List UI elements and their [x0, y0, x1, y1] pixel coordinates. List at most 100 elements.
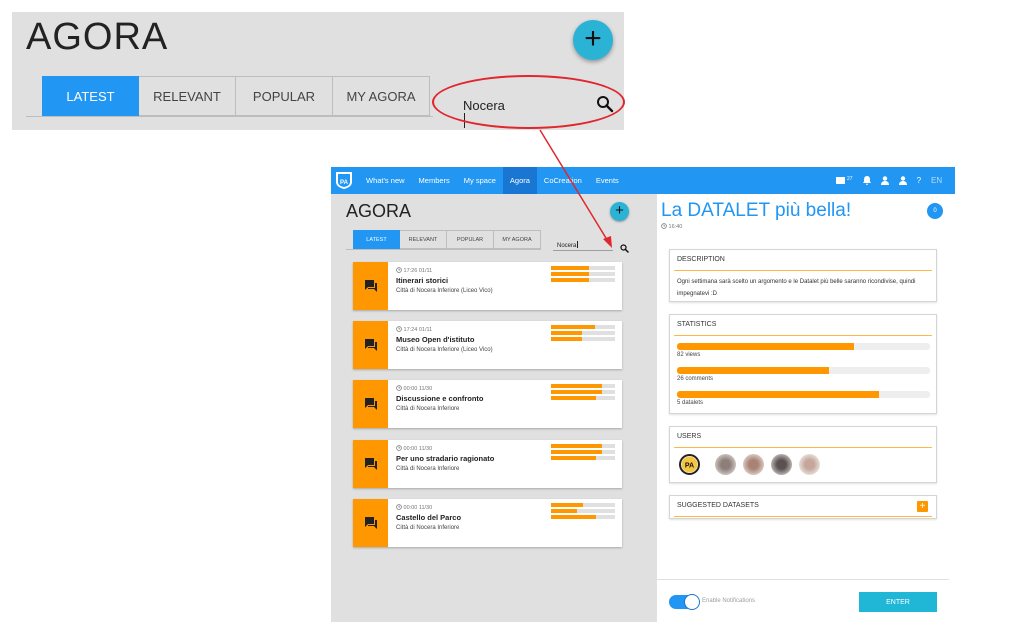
- messages-icon[interactable]: 27: [836, 176, 853, 185]
- comments-label: 26 comments: [677, 376, 714, 382]
- profile-icon[interactable]: [880, 176, 889, 185]
- clock-icon: [396, 504, 402, 510]
- discussion-time: 16:40: [661, 223, 682, 230]
- card-time: 00:00 11/30: [396, 504, 432, 511]
- card-stat-bar-fill: [551, 509, 577, 513]
- card-stat-bar: [551, 396, 615, 400]
- datalets-bar-fill: [677, 391, 880, 398]
- card-stat-bar: [551, 450, 615, 454]
- comments-bar-fill: [677, 367, 829, 374]
- discussion-card[interactable]: 00:00 11/30 Discussione e confronto Città …: [353, 380, 622, 428]
- user-avatar[interactable]: [743, 454, 764, 475]
- chat-icon: [353, 321, 388, 369]
- nav-whats-new[interactable]: What's new: [359, 167, 412, 194]
- zoom-tab-popular[interactable]: POPULAR: [236, 76, 333, 116]
- views-bar: [677, 343, 930, 350]
- svg-text:PA: PA: [685, 463, 694, 470]
- annotation-ellipse: [432, 75, 625, 129]
- card-stat-bar-fill: [551, 331, 582, 335]
- toggle-knob[interactable]: [684, 594, 700, 610]
- user-avatar[interactable]: [771, 454, 792, 475]
- card-stat-bar: [551, 331, 615, 335]
- card-stat-bar-fill: [551, 325, 595, 329]
- card-subtitle: Città di Nocera Inferiore (Liceo Vico): [396, 288, 493, 294]
- tab-relevant[interactable]: RELEVANT: [400, 230, 447, 249]
- search-underline: [553, 250, 613, 251]
- discussion-time-text: 16:40: [668, 224, 683, 230]
- enter-button[interactable]: ENTER: [859, 592, 937, 612]
- search-input[interactable]: Nocera: [557, 241, 579, 249]
- notification-count: 27: [847, 175, 853, 182]
- account-icon[interactable]: [898, 176, 907, 185]
- zoom-tab-latest[interactable]: LATEST: [42, 76, 139, 116]
- clock-icon: [396, 385, 402, 391]
- add-dataset-button[interactable]: +: [917, 501, 928, 512]
- users-panel: USERS PA: [669, 426, 937, 483]
- tab-popular[interactable]: POPULAR: [447, 230, 494, 249]
- description-panel: DESCRIPTION Ogni settimana sarà scelto u…: [669, 249, 937, 302]
- card-stat-bar-fill: [551, 266, 590, 270]
- card-time: 17:24 01/11: [396, 326, 432, 333]
- chat-icon: [353, 380, 388, 428]
- card-subtitle: Città di Nocera Inferiore: [396, 406, 460, 412]
- language-selector[interactable]: EN: [931, 176, 942, 185]
- top-navigation-bar: PA What's new Members My space Agora CoC…: [331, 167, 955, 194]
- card-stat-bar: [551, 384, 615, 388]
- footer-divider: [657, 579, 949, 580]
- search-icon[interactable]: [620, 240, 629, 253]
- zoom-tab-relevant[interactable]: RELEVANT: [139, 76, 236, 116]
- nav-agora[interactable]: Agora: [502, 167, 537, 194]
- route-pa-logo-icon[interactable]: PA: [334, 170, 354, 190]
- card-stat-bar: [551, 337, 615, 341]
- card-stat-bar-fill: [551, 444, 603, 448]
- chat-icon: [353, 499, 388, 547]
- tab-latest[interactable]: LATEST: [353, 230, 400, 249]
- nav-cocreation[interactable]: CoCreation: [537, 167, 589, 194]
- card-subtitle: Città di Nocera Inferiore: [396, 466, 460, 472]
- user-avatar-route-pa[interactable]: PA: [679, 454, 700, 475]
- discussion-title: La DATALET più bella!: [661, 200, 852, 221]
- discussion-card[interactable]: 17:24 01/11 Museo Open d'istituto Città di…: [353, 321, 622, 369]
- panel-divider: [674, 447, 932, 448]
- search-value: Nocera: [557, 243, 577, 249]
- card-subtitle: Città di Nocera Inferiore: [396, 525, 460, 531]
- help-icon[interactable]: ?: [917, 176, 921, 185]
- user-avatar[interactable]: [799, 454, 820, 475]
- card-time-text: 00:00 11/30: [403, 446, 433, 452]
- zoom-tab-my-agora[interactable]: MY AGORA: [333, 76, 430, 116]
- discussion-card[interactable]: 00:00 11/30 Per uno stradario ragionato Ci…: [353, 440, 622, 488]
- card-stat-bar-fill: [551, 337, 582, 341]
- suggested-datasets-panel: SUGGESTED DATASETS +: [669, 495, 937, 519]
- zoom-add-button[interactable]: +: [573, 20, 613, 60]
- card-stat-bar: [551, 444, 615, 448]
- comment-count-badge[interactable]: 0: [927, 203, 943, 219]
- discussion-card[interactable]: 00:00 11/30 Castello del Parco Città di No…: [353, 499, 622, 547]
- main-nav: What's new Members My space Agora CoCrea…: [359, 167, 626, 194]
- app-window: PA What's new Members My space Agora CoC…: [331, 167, 955, 622]
- panel-divider: [674, 335, 932, 336]
- card-time: 17:26 01/11: [396, 267, 432, 274]
- top-icon-group: 27 ? EN: [836, 173, 942, 188]
- nav-events[interactable]: Events: [589, 167, 626, 194]
- card-stat-bar: [551, 515, 615, 519]
- nav-members[interactable]: Members: [412, 167, 457, 194]
- tab-my-agora[interactable]: MY AGORA: [494, 230, 541, 249]
- notifications-label: Enable Notifications: [702, 598, 756, 604]
- panel-divider: [674, 270, 932, 271]
- discussion-card[interactable]: 17:26 01/11 Itinerari storici Città di Noc…: [353, 262, 622, 310]
- add-discussion-button[interactable]: +: [610, 202, 629, 221]
- clock-icon: [396, 326, 402, 332]
- description-text: Ogni settimana sarà scelto un argomento …: [677, 279, 916, 297]
- card-stat-bar-fill: [551, 390, 603, 394]
- card-time: 00:00 11/30: [396, 445, 432, 452]
- bell-icon[interactable]: [862, 176, 871, 185]
- card-stat-bar: [551, 325, 615, 329]
- nav-my-space[interactable]: My space: [457, 167, 503, 194]
- card-title: Per uno stradario ragionato: [396, 454, 495, 463]
- discussion-detail-panel: La DATALET più bella! 16:40 0 DESCRIPTIO…: [657, 194, 955, 622]
- card-time-text: 00:00 11/30: [403, 386, 433, 392]
- user-avatar[interactable]: [715, 454, 736, 475]
- card-stat-bar-fill: [551, 272, 590, 276]
- card-stat-bar-fill: [551, 278, 590, 282]
- card-stat-bar: [551, 456, 615, 460]
